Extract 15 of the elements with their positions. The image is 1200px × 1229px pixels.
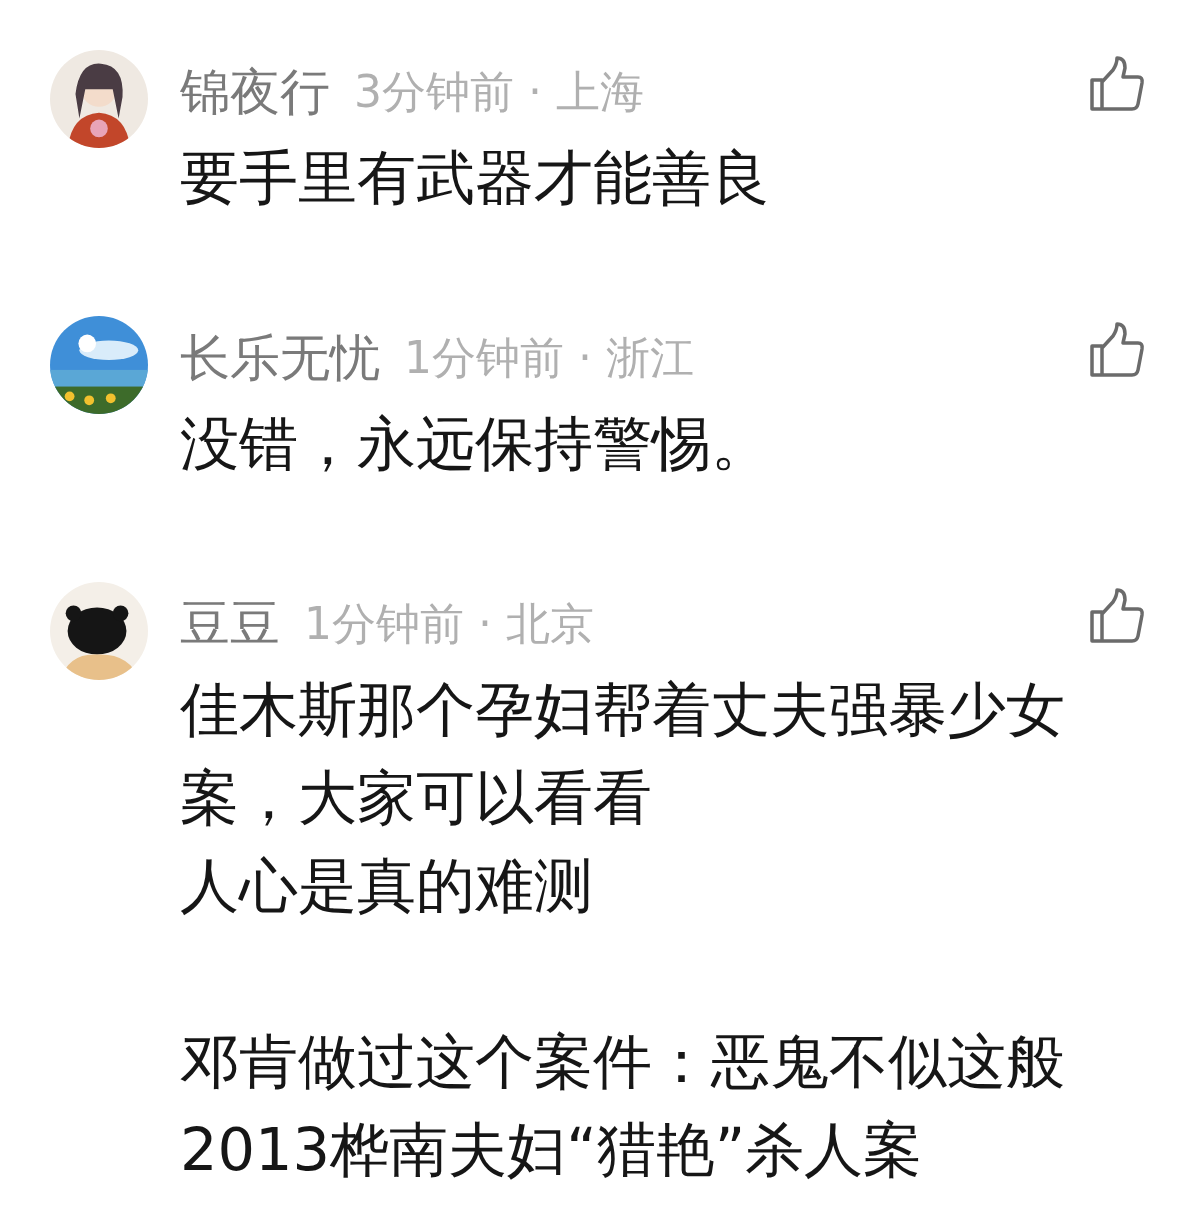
user-name[interactable]: 长乐无忧 xyxy=(180,324,380,392)
comment-text: 2013桦南夫妇“猎艳”杀人案 xyxy=(180,1114,924,1186)
comment-text: 佳木斯那个孕妇帮着丈夫强暴少女案，大家可以看看 xyxy=(180,674,1066,834)
comment-text: 要手里有武器才能善良 xyxy=(180,142,771,214)
comment-time: 1分钟前 · 北京 xyxy=(304,596,594,651)
comment-text: 邓肯做过这个案件：恶鬼不似这般 xyxy=(180,1026,1066,1098)
comment-text: 没错，永远保持警惕。 xyxy=(180,408,771,480)
user-name[interactable]: 豆豆 xyxy=(180,590,280,658)
thumbs-up-icon[interactable] xyxy=(1089,56,1145,112)
thumbs-up-icon[interactable] xyxy=(1089,322,1145,378)
comment-time: 1分钟前 · 浙江 xyxy=(404,330,694,385)
comment-time: 3分钟前 · 上海 xyxy=(354,64,644,119)
thumbs-up-icon[interactable] xyxy=(1089,588,1145,644)
user-name[interactable]: 锦夜行 xyxy=(180,58,330,126)
comment-text: 人心是真的难测 xyxy=(180,850,594,922)
